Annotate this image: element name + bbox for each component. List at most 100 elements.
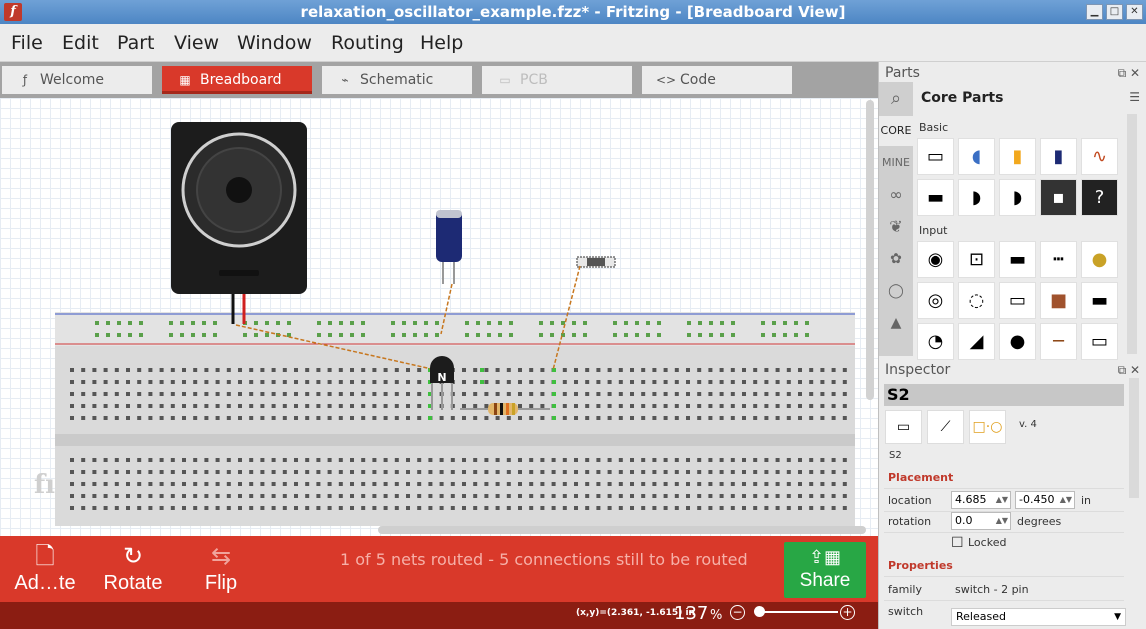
tab-pcb[interactable]: ▭ PCB xyxy=(482,66,632,94)
dip-switch-part-icon[interactable]: ◌ xyxy=(958,282,995,319)
placement-heading: Placement xyxy=(888,471,954,484)
rotate-button[interactable]: ↻ Rotate xyxy=(100,542,166,595)
tilt-sensor-part-icon[interactable]: ◢ xyxy=(958,323,995,360)
search-icon[interactable]: ⌕ xyxy=(879,84,913,114)
zoom-slider-thumb[interactable] xyxy=(754,606,765,617)
menu-edit[interactable]: Edit xyxy=(62,32,99,54)
arduino-bin-icon[interactable]: ∞ xyxy=(879,180,913,210)
bin-menu-icon[interactable]: ☰ xyxy=(1129,90,1140,104)
parts-dock-buttons[interactable]: ⧉ ✕ xyxy=(1118,66,1140,81)
tab-welcome[interactable]: ƒ Welcome xyxy=(2,66,152,94)
inspector-title: Inspector xyxy=(885,362,951,378)
view-tab-bar: ƒ Welcome ▦ Breadboard ⌁ Schematic ▭ PCB <> C… xyxy=(0,62,878,98)
note-icon: 🗋 xyxy=(35,543,55,570)
breadboard-scene: N xyxy=(55,122,855,526)
bin-mine[interactable]: MINE xyxy=(879,148,913,178)
divider xyxy=(884,488,1124,489)
resistor-part-icon[interactable]: ▭ xyxy=(917,138,954,175)
tantalum-capacitor-part-icon[interactable]: ▮ xyxy=(999,138,1036,175)
zoom-unit: % xyxy=(710,608,723,623)
tab-schematic[interactable]: ⌁ Schematic xyxy=(322,66,472,94)
family-value: switch - 2 pin xyxy=(955,583,1029,596)
code-icon: <> xyxy=(656,73,677,87)
light-sensor-part-icon[interactable]: ◔ xyxy=(917,323,954,360)
ceramic-capacitor-part-icon[interactable]: ◖ xyxy=(958,138,995,175)
electrolytic-capacitor[interactable] xyxy=(436,210,462,284)
breadboard-canvas[interactable]: N fı xyxy=(0,98,878,536)
status-bar: (x,y)=(2.361, -1.615) in 137 % − + xyxy=(0,602,878,629)
parts-scrollbar[interactable] xyxy=(1127,114,1137,354)
inspector-scrollbar[interactable] xyxy=(1129,378,1139,498)
locked-checkbox[interactable]: ☐ xyxy=(951,535,964,551)
inspector-part-name: S2 xyxy=(884,384,1124,406)
flip-button[interactable]: ⇆ Flip xyxy=(198,542,244,595)
switch-s2[interactable] xyxy=(576,256,616,268)
toggle-switch-part-icon[interactable]: ▬ xyxy=(1081,282,1118,319)
rotary-encoder-part-icon[interactable]: ◎ xyxy=(917,282,954,319)
rotation-input[interactable]: 0.0 ▲▼ xyxy=(951,512,1011,530)
close-window-button[interactable]: ✕ xyxy=(1126,4,1143,20)
slide-switch-part-icon[interactable]: ▭ xyxy=(999,282,1036,319)
microphone-part-icon[interactable]: ● xyxy=(999,323,1036,360)
pushbutton-part-icon[interactable]: ■ xyxy=(1040,282,1077,319)
photocell-part-icon[interactable]: ▭ xyxy=(1081,323,1118,360)
diode-part-icon[interactable]: ▬ xyxy=(917,179,954,216)
trimmer-part-icon[interactable]: ⊡ xyxy=(958,241,995,278)
pin-header-part-icon[interactable]: ┅ xyxy=(1040,241,1077,278)
share-icon: ⇪▦ xyxy=(808,547,842,567)
zoom-out-button[interactable]: − xyxy=(730,605,745,620)
seeed-bin-icon[interactable]: ✿ xyxy=(879,244,913,274)
location-y-input[interactable]: -0.450 ▲▼ xyxy=(1015,491,1075,509)
piezo-part-icon[interactable]: ● xyxy=(1081,241,1118,278)
ic-part-icon[interactable]: ▪ xyxy=(1040,179,1077,216)
breadboard-icon: ▦ xyxy=(179,73,191,87)
pcb-icon: ▭ xyxy=(499,73,511,87)
speaker[interactable] xyxy=(171,122,307,324)
menu-bar: File Edit Part View Window Routing Help xyxy=(0,24,1146,62)
menu-file[interactable]: File xyxy=(11,32,43,54)
inductor-part-icon[interactable]: ∿ xyxy=(1081,138,1118,175)
slide-potentiometer-part-icon[interactable]: ▬ xyxy=(999,241,1036,278)
bin-core[interactable]: CORE xyxy=(879,116,913,146)
potentiometer-part-icon[interactable]: ◉ xyxy=(917,241,954,278)
intel-bin-icon[interactable]: ◯ xyxy=(879,276,913,306)
divider xyxy=(884,600,1124,601)
zoom-slider[interactable] xyxy=(758,611,838,613)
menu-routing[interactable]: Routing xyxy=(331,32,404,54)
menu-window[interactable]: Window xyxy=(237,32,312,54)
canvas-horizontal-scrollbar[interactable] xyxy=(378,526,866,534)
npn-transistor-part-icon[interactable]: ◗ xyxy=(999,179,1036,216)
svg-text:N: N xyxy=(437,371,446,384)
fritzing-bin-icon[interactable]: ❦ xyxy=(879,212,913,242)
canvas-vertical-scrollbar[interactable] xyxy=(866,100,874,400)
schematic-icon: ⌁ xyxy=(341,73,349,87)
properties-heading: Properties xyxy=(888,559,953,572)
zoom-in-button[interactable]: + xyxy=(840,605,855,620)
fritzing-f-icon: ƒ xyxy=(22,73,28,87)
fritzing-watermark: fı xyxy=(34,470,56,500)
location-x-input[interactable]: 4.685 ▲▼ xyxy=(951,491,1011,509)
share-button[interactable]: ⇪▦ Share xyxy=(784,542,866,598)
mystery-part-icon[interactable]: ? xyxy=(1081,179,1118,216)
menu-view[interactable]: View xyxy=(174,32,219,54)
pnp-transistor-part-icon[interactable]: ◗ xyxy=(958,179,995,216)
schematic-view-thumbnail: ⟋ xyxy=(927,410,964,444)
parts-panel-title: Parts xyxy=(885,65,920,81)
switch-state-select[interactable]: Released ▼ xyxy=(951,608,1126,626)
pcb-view-thumbnail: □·○ xyxy=(969,410,1006,444)
divider xyxy=(884,532,1124,533)
electrolytic-capacitor-part-icon[interactable]: ▮ xyxy=(1040,138,1077,175)
add-note-button[interactable]: 🗋 Ad…te xyxy=(12,542,78,595)
maximize-button[interactable]: □ xyxy=(1106,4,1123,20)
menu-help[interactable]: Help xyxy=(420,32,463,54)
inspector-dock-buttons[interactable]: ⧉ ✕ xyxy=(1118,363,1140,378)
minimize-button[interactable]: ▁ xyxy=(1086,4,1103,20)
section-basic: Basic xyxy=(919,121,949,134)
wire-part-icon[interactable]: ─ xyxy=(1040,323,1077,360)
tab-breadboard[interactable]: ▦ Breadboard xyxy=(162,66,312,94)
more-bins-icon[interactable]: ▲ xyxy=(879,308,913,338)
bottom-toolbar: 🗋 Ad…te ↻ Rotate ⇆ Flip 1 of 5 nets rout… xyxy=(0,536,878,602)
tab-code[interactable]: <> Code xyxy=(642,66,792,94)
top-power-rail xyxy=(55,312,855,346)
menu-part[interactable]: Part xyxy=(117,32,155,54)
